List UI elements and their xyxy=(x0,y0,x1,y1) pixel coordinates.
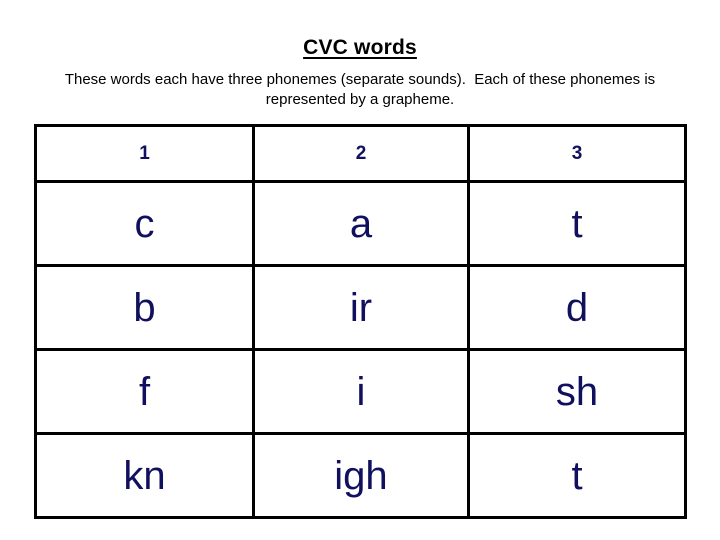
table-row: c a t xyxy=(34,180,687,267)
subtitle-text: These words each have three phonemes (se… xyxy=(64,71,660,108)
page-title: CVC words xyxy=(303,36,417,59)
grapheme-cell: igh xyxy=(252,432,470,519)
grapheme-text: ir xyxy=(349,285,373,330)
grapheme-cell: d xyxy=(467,264,687,351)
grapheme-text: c xyxy=(134,201,155,246)
grapheme-text: sh xyxy=(555,369,599,414)
table-row: kn igh t xyxy=(34,432,687,519)
grapheme-cell: i xyxy=(252,348,470,435)
grapheme-text: kn xyxy=(123,453,166,498)
grapheme-cell: c xyxy=(34,180,255,267)
grapheme-text: f xyxy=(138,369,151,414)
grapheme-cell: sh xyxy=(467,348,687,435)
grapheme-cell: t xyxy=(467,180,687,267)
column-header-2-label: 2 xyxy=(355,143,367,164)
table-header-row: 1 2 3 xyxy=(34,124,687,183)
grapheme-cell: ir xyxy=(252,264,470,351)
grapheme-cell: b xyxy=(34,264,255,351)
slide-canvas: CVC words These words each have three ph… xyxy=(0,0,720,540)
column-header-1-label: 1 xyxy=(139,143,150,164)
grapheme-text: igh xyxy=(334,453,388,498)
grapheme-cell: f xyxy=(34,348,255,435)
column-header-3-label: 3 xyxy=(571,143,583,164)
grapheme-cell: a xyxy=(252,180,470,267)
grapheme-cell: t xyxy=(467,432,687,519)
subtitle-block: These words each have three phonemes (se… xyxy=(40,70,680,110)
table-row: f i sh xyxy=(34,348,687,435)
grapheme-text: i xyxy=(356,369,366,414)
grapheme-cell: kn xyxy=(34,432,255,519)
grapheme-text: a xyxy=(349,201,373,246)
table-row: b ir d xyxy=(34,264,687,351)
grapheme-text: t xyxy=(571,453,583,498)
grapheme-text: t xyxy=(571,201,583,246)
cvc-grapheme-table: 1 2 3 c a t b ir d f i sh kn igh t xyxy=(34,124,687,519)
title-block: CVC words xyxy=(0,36,720,59)
column-header-2: 2 xyxy=(252,124,470,183)
grapheme-text: b xyxy=(133,285,156,330)
column-header-3: 3 xyxy=(467,124,687,183)
grapheme-text: d xyxy=(565,285,589,330)
column-header-1: 1 xyxy=(34,124,255,183)
cvc-table-container: 1 2 3 c a t b ir d f i sh kn igh t xyxy=(34,124,687,519)
